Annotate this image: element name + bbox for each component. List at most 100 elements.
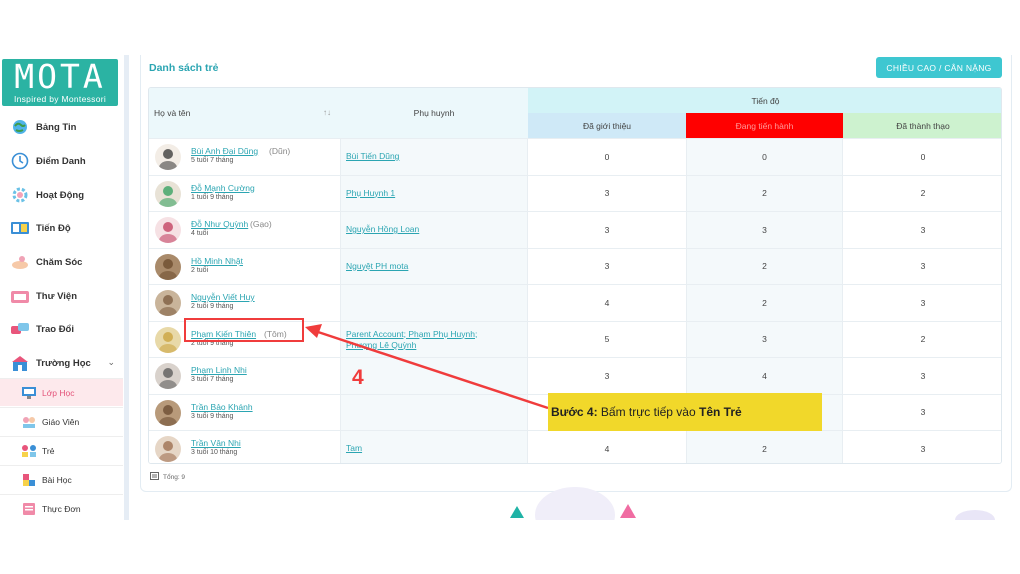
sidebar-subitem-lessons[interactable]: Bài Học	[0, 465, 123, 493]
parent-link[interactable]: Nguyễn Hồng Loan	[346, 224, 419, 234]
parent-link[interactable]: Bùi Tiến Dũng	[346, 151, 399, 161]
sidebar-item-care[interactable]: Chăm Sóc	[0, 248, 123, 276]
classroom-icon	[20, 386, 38, 400]
parent-link[interactable]: Nguyệt PH mota	[346, 261, 408, 271]
sidebar-item-progress[interactable]: Tiến Độ	[0, 214, 123, 242]
child-age: 2 tuổi	[191, 266, 209, 274]
cell-mastered: 3	[843, 358, 1001, 394]
cell-introduced: 4	[528, 431, 686, 463]
avatar	[155, 399, 181, 426]
sidebar-subitem-label: Giáo Viên	[42, 416, 80, 427]
child-nickname: (Gạo)	[250, 219, 272, 229]
sidebar-subitem-children[interactable]: Trẻ	[0, 436, 123, 464]
sidebar-subitem-label: Bài Học	[42, 474, 72, 485]
parent-link[interactable]: Parent Account; Phạm Phụ Huynh;	[346, 329, 477, 339]
cell-parent	[340, 358, 528, 394]
child-age: 5 tuổi 7 tháng	[191, 157, 234, 164]
cell-parent: Bùi Tiến Dũng	[340, 139, 528, 175]
table-row: Hồ Minh Nhật 2 tuổi Nguyệt PH mota 3 2 3	[149, 247, 1001, 284]
column-header-label: Họ và tên	[154, 108, 191, 118]
avatar	[155, 290, 181, 316]
logo-tagline: Inspired by Montessori	[13, 94, 107, 104]
cell-introduced: 4	[528, 285, 686, 321]
child-name-link[interactable]: Đỗ Mạnh Cường	[191, 183, 255, 193]
child-name-link[interactable]: Trần Vân Nhi	[191, 438, 241, 448]
table-row: Nguyễn Viết Huy 2 tuổi 9 tháng 4 2 3	[149, 284, 1001, 321]
mota-logo[interactable]: MOTA Inspired by Montessori	[2, 59, 118, 106]
child-name-link[interactable]: Nguyễn Viết Huy	[191, 292, 255, 302]
cell-in-progress: 2	[686, 175, 843, 211]
children-icon	[20, 444, 38, 458]
cell-mastered: 3	[843, 212, 1001, 248]
child-name-link[interactable]: Phạm Linh Nhi	[191, 365, 247, 375]
decorative-shapes	[510, 487, 995, 520]
cell-name: Bùi Anh Đại Dũng (Dũn) 5 tuổi 7 tháng	[149, 139, 340, 175]
sidebar-item-label: Tiến Độ	[36, 222, 71, 234]
child-age: 4 tuổi	[191, 230, 209, 237]
height-weight-button[interactable]: CHIỀU CAO / CÂN NẶNG	[876, 57, 1002, 78]
cell-mastered: 2	[843, 175, 1001, 211]
cell-introduced: 3	[528, 248, 686, 284]
sidebar-subitem-menu[interactable]: Thực Đơn	[0, 494, 123, 522]
sidebar-item-activities[interactable]: Hoạt Động	[0, 181, 123, 209]
table-row: Phạm Linh Nhi 3 tuổi 7 tháng 3 4 3	[149, 357, 1001, 394]
sidebar-subitem-classes[interactable]: Lớp Học	[0, 378, 123, 406]
cell-in-progress: 3	[686, 212, 843, 248]
sidebar-item-label: Thư Viện	[36, 290, 78, 302]
sidebar-subitem-label: Lớp Học	[42, 387, 75, 398]
chevron-down-icon[interactable]: ⌄	[107, 357, 115, 368]
cell-in-progress: 2	[686, 431, 843, 463]
avatar	[155, 180, 181, 207]
chat-icon	[8, 319, 32, 339]
cell-parent: Parent Account; Phạm Phụ Huynh; Phượng Lê…	[340, 321, 528, 357]
child-name-link[interactable]: Bùi Anh Đại Dũng	[191, 146, 258, 156]
sidebar-item-school[interactable]: Trường Học ⌄	[0, 349, 123, 377]
child-age: 2 tuổi 9 tháng	[191, 303, 234, 310]
sidebar-item-label: Trường Học	[36, 357, 91, 369]
parent-link[interactable]: Phượng Lê Quỳnh	[346, 340, 416, 350]
cell-in-progress: 4	[686, 358, 843, 394]
sidebar-item-news[interactable]: Bảng Tin	[0, 113, 123, 141]
child-name-link[interactable]: Hồ Minh Nhật	[191, 256, 243, 266]
sort-icon[interactable]: ↑↓	[323, 108, 331, 117]
cell-name: Trần Vân Nhi 3 tuổi 10 tháng	[149, 431, 340, 463]
sidebar-item-messages[interactable]: Trao Đổi	[0, 315, 123, 343]
parent-link[interactable]: Phụ Huynh 1	[346, 188, 395, 198]
cell-name: Trần Bảo Khánh 3 tuổi 9 tháng	[149, 394, 340, 430]
sidebar-item-label: Trao Đổi	[36, 323, 75, 335]
avatar	[155, 436, 181, 462]
book-icon	[8, 218, 32, 238]
cell-in-progress: 3	[686, 321, 843, 357]
callout-prefix: Bước 4:	[551, 405, 598, 419]
column-header-parent: Phụ huynh	[340, 88, 528, 138]
column-header-introduced: Đã giới thiệu	[528, 113, 686, 138]
child-name-link[interactable]: Đỗ Như Quỳnh	[191, 219, 248, 229]
sidebar-item-attendance[interactable]: Điểm Danh	[0, 147, 123, 175]
parent-link[interactable]: Tam	[346, 443, 362, 453]
sidebar-item-label: Hoạt Động	[36, 189, 85, 201]
avatar	[155, 326, 181, 353]
child-name-link[interactable]: Trần Bảo Khánh	[191, 402, 253, 412]
total-label: Tổng: 9	[163, 473, 186, 481]
cell-in-progress: 2	[686, 248, 843, 284]
avatar	[155, 217, 181, 243]
sidebar: MOTA Inspired by Montessori Bảng Tin Điể…	[0, 55, 123, 520]
cell-parent: Tam	[340, 431, 528, 463]
cell-name: Phạm Linh Nhi 3 tuổi 7 tháng	[149, 358, 340, 394]
lesson-icon	[20, 473, 38, 487]
sidebar-subitem-label: Thực Đơn	[42, 503, 81, 514]
child-age: 3 tuổi 7 tháng	[191, 376, 234, 383]
library-icon	[8, 286, 32, 306]
sidebar-scrollbar[interactable]	[124, 55, 129, 520]
column-header-name[interactable]: Họ và tên ↑↓	[149, 88, 340, 138]
cell-introduced: 0	[528, 139, 686, 175]
sidebar-item-library[interactable]: Thư Viện	[0, 282, 123, 310]
child-nickname: (Dũn)	[269, 146, 291, 156]
cell-parent	[340, 394, 528, 430]
clock-icon	[8, 151, 32, 171]
cell-parent: Nguyễn Hồng Loan	[340, 212, 528, 248]
cell-introduced: 5	[528, 321, 686, 357]
sidebar-item-label: Bảng Tin	[36, 121, 77, 133]
sidebar-subitem-teachers[interactable]: Giáo Viên	[0, 407, 123, 435]
cell-mastered: 3	[843, 285, 1001, 321]
